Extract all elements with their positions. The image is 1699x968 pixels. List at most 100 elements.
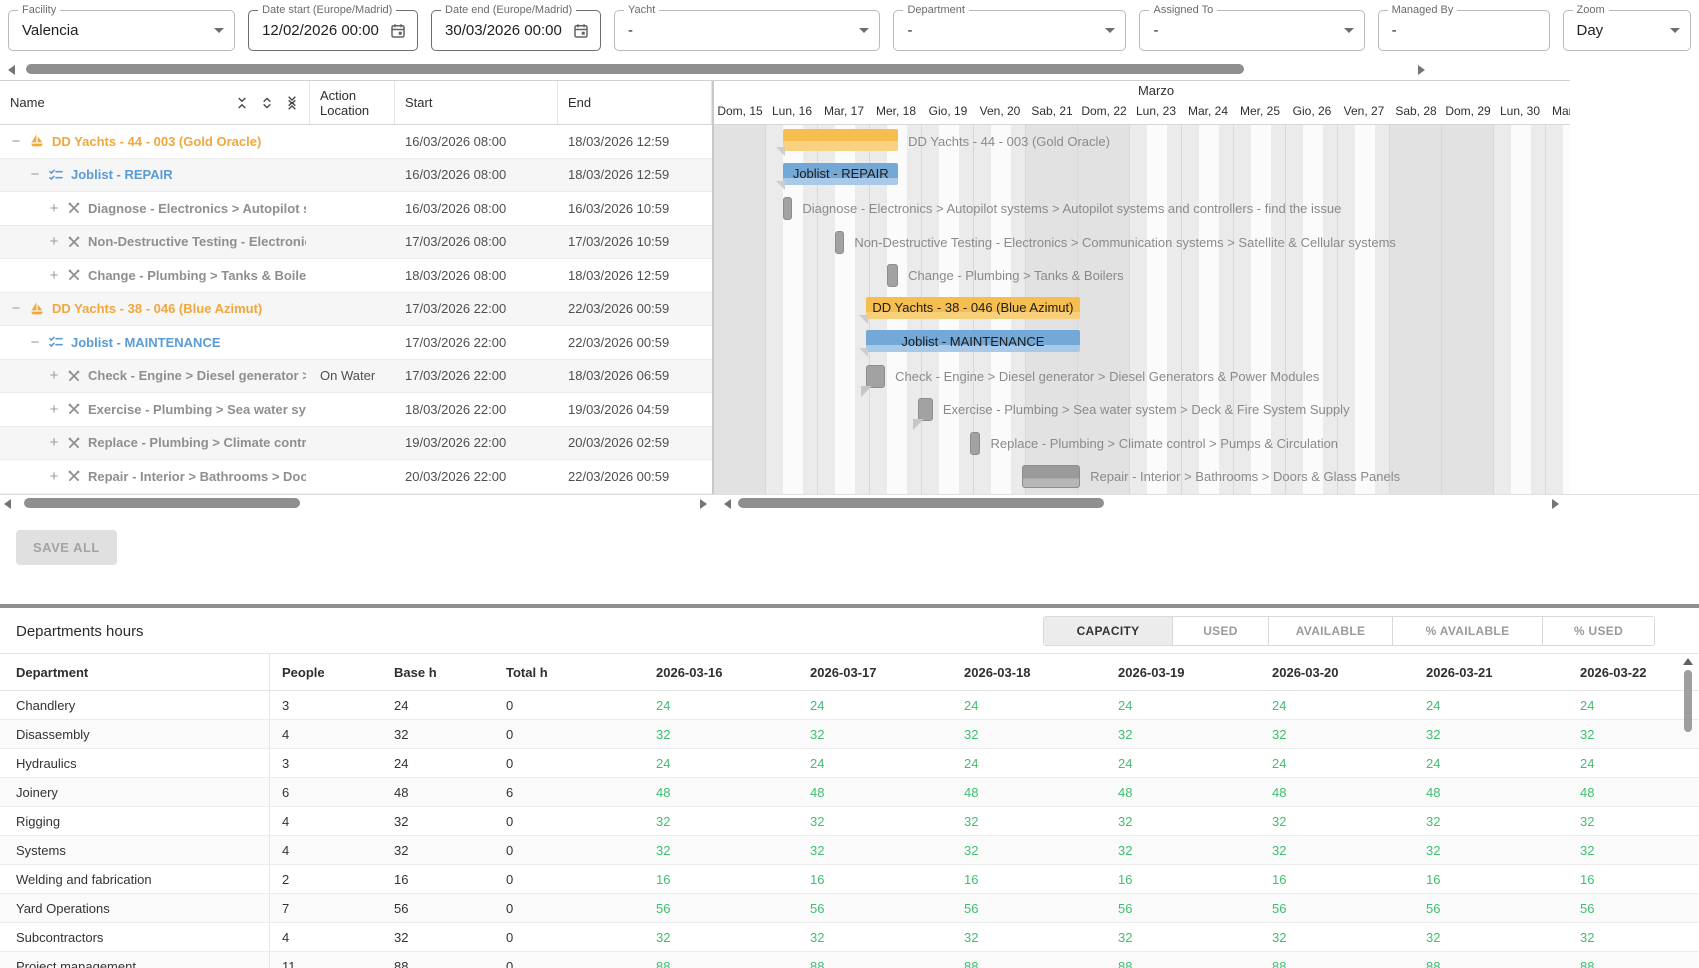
tab-used[interactable]: % USED [1542, 617, 1654, 645]
gantt-task-row[interactable]: −Joblist - MAINTENANCE17/03/2026 22:0022… [0, 326, 712, 360]
left-pane-scroll-left-icon[interactable] [4, 499, 11, 509]
timeline-month-label: Marzo [714, 83, 1570, 98]
gantt-task-row[interactable]: −DD Yachts - 38 - 046 (Blue Azimut)17/03… [0, 293, 712, 327]
base-h-cell: 32 [382, 843, 494, 858]
collapse-all-icon[interactable] [235, 94, 249, 112]
expand-row-icon[interactable]: + [48, 367, 60, 384]
filter-value: Valencia [22, 22, 208, 39]
expand-all-icon[interactable] [260, 94, 274, 112]
daily-hours-cell: 88 [948, 959, 1102, 968]
task-name: Check - Engine > Diesel generator > D... [88, 368, 306, 383]
department-row: Welding and fabrication21601616161616161… [0, 865, 1699, 894]
gantt-bar[interactable] [887, 264, 898, 287]
collapse-row-icon[interactable]: − [10, 300, 22, 317]
gantt-bar[interactable] [835, 231, 844, 254]
tab-used[interactable]: USED [1172, 617, 1268, 645]
expand-row-icon[interactable]: + [48, 200, 60, 217]
filter-date-end[interactable]: Date end (Europe/Madrid)30/03/2026 00:00 [431, 10, 601, 51]
scrollbar-thumb[interactable] [26, 64, 1244, 74]
chevron-down-icon[interactable] [1344, 28, 1354, 33]
calendar-icon[interactable] [572, 22, 590, 40]
filter-facility[interactable]: FacilityValencia [8, 10, 235, 51]
chevron-down-icon[interactable] [859, 28, 869, 33]
gantt-task-row[interactable]: +Replace - Plumbing > Climate control...… [0, 427, 712, 461]
scroll-right-icon[interactable] [1418, 65, 1425, 75]
daily-hours-cell: 32 [640, 814, 794, 829]
column-header-department: Department [0, 654, 270, 690]
daily-hours-cell: 32 [794, 843, 948, 858]
daily-hours-cell: 48 [1410, 785, 1564, 800]
daily-hours-cell: 24 [794, 698, 948, 713]
task-name: Non-Destructive Testing - Electronics... [88, 234, 306, 249]
daily-hours-cell: 32 [948, 814, 1102, 829]
left-pane-scroll-right-icon[interactable] [700, 499, 707, 509]
department-row: Chandlery324024242424242424 [0, 691, 1699, 720]
gantt-task-row[interactable]: +Change - Plumbing > Tanks & Boilers18/0… [0, 259, 712, 293]
timeline-scroll-right-icon[interactable] [1552, 499, 1559, 509]
gantt-bar[interactable] [918, 398, 933, 421]
calendar-icon[interactable] [389, 22, 407, 40]
base-h-cell: 56 [382, 901, 494, 916]
gantt-bar[interactable] [783, 129, 898, 151]
timeline-header: Marzo Dom, 15Lun, 16Mar, 17Mer, 18Gio, 1… [714, 81, 1570, 125]
tab-available[interactable]: AVAILABLE [1268, 617, 1392, 645]
filter-assigned-to[interactable]: Assigned To- [1139, 10, 1364, 51]
expand-all-levels-icon[interactable] [285, 94, 299, 112]
yacht-icon [29, 133, 45, 149]
gantt-task-row[interactable]: −Joblist - REPAIR16/03/2026 08:0018/03/2… [0, 159, 712, 193]
gantt-task-row[interactable]: −DD Yachts - 44 - 003 (Gold Oracle)16/03… [0, 125, 712, 159]
collapse-row-icon[interactable]: − [29, 166, 41, 183]
end-cell: 18/03/2026 12:59 [558, 167, 712, 182]
collapse-row-icon[interactable]: − [29, 334, 41, 351]
gantt-task-row[interactable]: +Repair - Interior > Bathrooms > Doors..… [0, 460, 712, 494]
chevron-down-icon[interactable] [1670, 28, 1680, 33]
timeline-day-label: Lun, 30 [1494, 100, 1546, 125]
expand-row-icon[interactable]: + [48, 468, 60, 485]
column-header-total-h: Total h [494, 665, 640, 680]
timeline-day-label: Dom, 15 [714, 100, 766, 125]
gantt-bar[interactable]: Joblist - REPAIR [783, 163, 898, 185]
total-h-cell: 6 [494, 785, 640, 800]
expand-row-icon[interactable]: + [48, 434, 60, 451]
timeline-scroll-left-icon[interactable] [724, 499, 731, 509]
filter-department[interactable]: Department- [893, 10, 1126, 51]
tab-available[interactable]: % AVAILABLE [1392, 617, 1542, 645]
filter-managed-by[interactable]: Managed By- [1378, 10, 1550, 51]
expand-row-icon[interactable]: + [48, 267, 60, 284]
save-all-button[interactable]: SAVE ALL [16, 530, 117, 565]
department-name-cell: Welding and fabrication [0, 865, 270, 893]
daily-hours-cell: 32 [1102, 930, 1256, 945]
people-cell: 11 [270, 959, 382, 968]
left-pane-scrollbar-thumb[interactable] [24, 498, 300, 508]
filter-zoom[interactable]: ZoomDay [1563, 10, 1692, 51]
gantt-task-row[interactable]: + Check - Engine > Diesel generator > D..… [0, 360, 712, 394]
filter-yacht[interactable]: Yacht- [614, 10, 881, 51]
collapse-row-icon[interactable]: − [10, 133, 22, 150]
task-name: DD Yachts - 38 - 046 (Blue Azimut) [52, 301, 262, 316]
gantt-task-row[interactable]: +Exercise - Plumbing > Sea water syst...… [0, 393, 712, 427]
scroll-left-icon[interactable] [8, 65, 15, 75]
task-name: Diagnose - Electronics > Autopilot sy... [88, 201, 306, 216]
end-cell: 22/03/2026 00:59 [558, 469, 712, 484]
gantt-bar[interactable]: Joblist - MAINTENANCE [866, 330, 1081, 352]
expand-row-icon[interactable]: + [48, 401, 60, 418]
chevron-down-icon[interactable] [214, 28, 224, 33]
departments-hours-panel: Departments hours CAPACITYUSEDAVAILABLE%… [0, 608, 1699, 968]
chevron-down-icon[interactable] [1105, 28, 1115, 33]
task-name-cell: − DD Yachts - 38 - 046 (Blue Azimut) [0, 300, 310, 317]
scrollbar-thumb[interactable] [1684, 670, 1692, 732]
expand-row-icon[interactable]: + [48, 233, 60, 250]
gantt-bar[interactable] [1022, 465, 1081, 488]
filter-date-start[interactable]: Date start (Europe/Madrid)12/02/2026 00:… [248, 10, 418, 51]
gantt-task-row[interactable]: + Non-Destructive Testing - Electronics..… [0, 226, 712, 260]
gantt-bar[interactable] [783, 197, 792, 220]
gantt-bar[interactable] [970, 432, 981, 455]
daily-hours-cell: 48 [640, 785, 794, 800]
scroll-up-icon[interactable] [1683, 658, 1693, 665]
tab-capacity[interactable]: CAPACITY [1044, 617, 1172, 645]
gantt-bar[interactable]: DD Yachts - 38 - 046 (Blue Azimut) [866, 297, 1081, 319]
timeline-scrollbar-thumb[interactable] [738, 498, 1104, 508]
gantt-task-row[interactable]: + Diagnose - Electronics > Autopilot sy..… [0, 192, 712, 226]
daily-hours-cell: 48 [948, 785, 1102, 800]
gantt-bar[interactable] [866, 365, 886, 388]
